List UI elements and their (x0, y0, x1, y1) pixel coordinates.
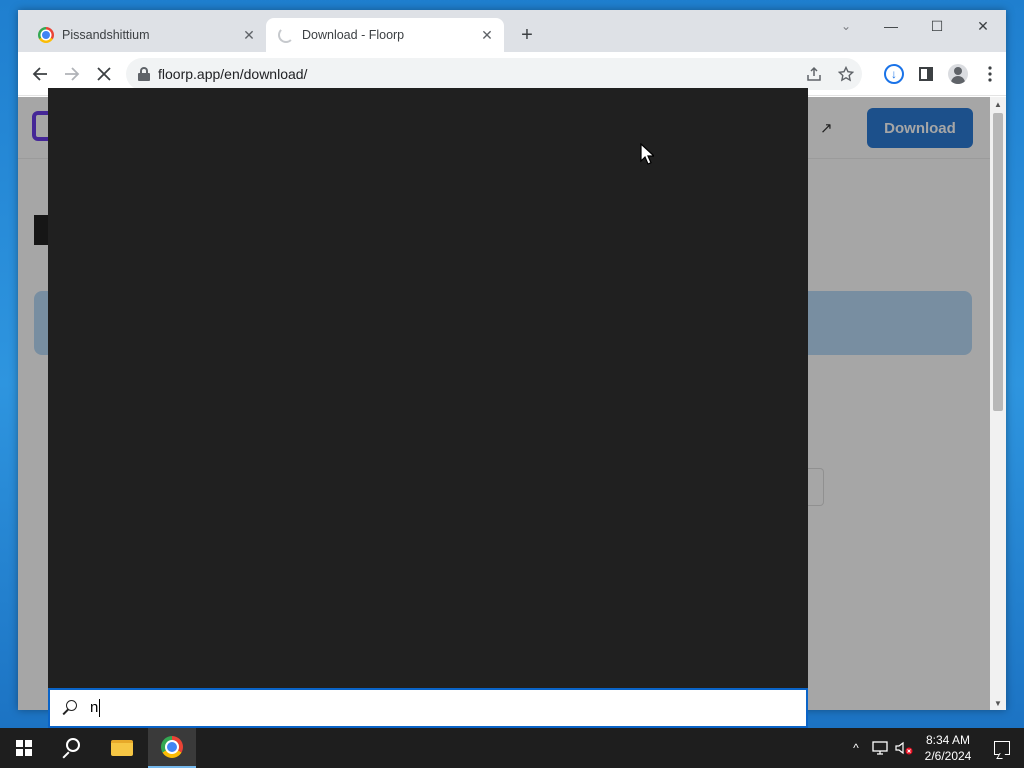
profile-button[interactable] (942, 62, 974, 86)
minimize-button[interactable]: — (868, 10, 914, 42)
back-button[interactable] (28, 62, 52, 86)
tab-strip: Pissandshittium ✕ Download - Floorp ✕ + … (18, 10, 1006, 52)
forward-arrow-icon (65, 67, 80, 81)
bookmark-star-icon[interactable] (830, 66, 862, 82)
search-icon (60, 698, 80, 718)
scroll-thumb[interactable] (993, 113, 1003, 411)
taskbar-search-button[interactable] (48, 728, 96, 768)
action-center-button[interactable] (980, 728, 1024, 768)
chromium-favicon-icon (38, 27, 54, 43)
tab-download-floorp[interactable]: Download - Floorp ✕ (266, 18, 504, 52)
loading-spinner-icon (278, 27, 294, 43)
mouse-cursor-icon (640, 143, 654, 165)
system-tray: ^ 8:34 AM 2/6/2024 (844, 728, 1024, 768)
taskbar-clock[interactable]: 8:34 AM 2/6/2024 (916, 732, 980, 764)
side-panel-button[interactable] (910, 62, 942, 86)
taskbar: ^ 8:34 AM 2/6/2024 (0, 728, 1024, 768)
clock-date: 2/6/2024 (924, 749, 972, 763)
profile-avatar-icon (948, 64, 968, 84)
downloads-button[interactable]: ↓ (878, 62, 910, 86)
scroll-up-arrow-icon[interactable]: ▲ (990, 97, 1006, 111)
address-bar[interactable]: floorp.app/en/download/ (126, 58, 862, 90)
url-text: floorp.app/en/download/ (158, 66, 308, 82)
side-panel-icon (919, 67, 933, 81)
download-icon: ↓ (884, 64, 904, 84)
volume-muted-icon[interactable] (892, 728, 916, 768)
network-icon[interactable] (868, 728, 892, 768)
back-arrow-icon (32, 67, 47, 81)
forward-button[interactable] (60, 62, 84, 86)
window-controls: — ☐ ✕ (868, 10, 1006, 42)
stop-x-icon (97, 67, 111, 81)
menu-button[interactable] (974, 62, 1006, 86)
share-icon[interactable] (798, 66, 830, 82)
close-window-button[interactable]: ✕ (960, 10, 1006, 42)
tab-pissandshittium[interactable]: Pissandshittium ✕ (26, 18, 266, 52)
start-search-input[interactable]: n (48, 688, 808, 728)
page-scrollbar[interactable]: ▲ ▼ (990, 97, 1006, 710)
notification-icon (994, 741, 1010, 755)
clock-time: 8:34 AM (925, 733, 971, 747)
tab-title: Pissandshittium (62, 28, 150, 42)
search-icon (62, 738, 82, 759)
tab-search-icon[interactable]: ⌄ (836, 16, 856, 36)
tab-close-icon[interactable]: ✕ (238, 24, 260, 46)
windows-logo-icon (16, 740, 32, 756)
toolbar-right-actions: ↓ (878, 62, 1006, 86)
lock-icon (138, 67, 150, 81)
tab-close-icon[interactable]: ✕ (476, 24, 498, 46)
scroll-down-arrow-icon[interactable]: ▼ (990, 696, 1006, 710)
start-search-panel (48, 88, 808, 688)
search-query-text: n (90, 699, 101, 717)
tab-title: Download - Floorp (302, 28, 405, 42)
folder-icon (111, 740, 133, 756)
tray-chevron-icon[interactable]: ^ (844, 728, 868, 768)
chromium-icon (161, 736, 183, 758)
file-explorer-button[interactable] (98, 728, 146, 768)
start-button[interactable] (0, 728, 48, 768)
omnibox-actions (798, 58, 862, 90)
maximize-button[interactable]: ☐ (914, 10, 960, 42)
kebab-menu-icon (988, 66, 992, 82)
stop-loading-button[interactable] (92, 62, 116, 86)
chromium-taskbar-button[interactable] (148, 728, 196, 768)
new-tab-button[interactable]: + (516, 24, 538, 46)
